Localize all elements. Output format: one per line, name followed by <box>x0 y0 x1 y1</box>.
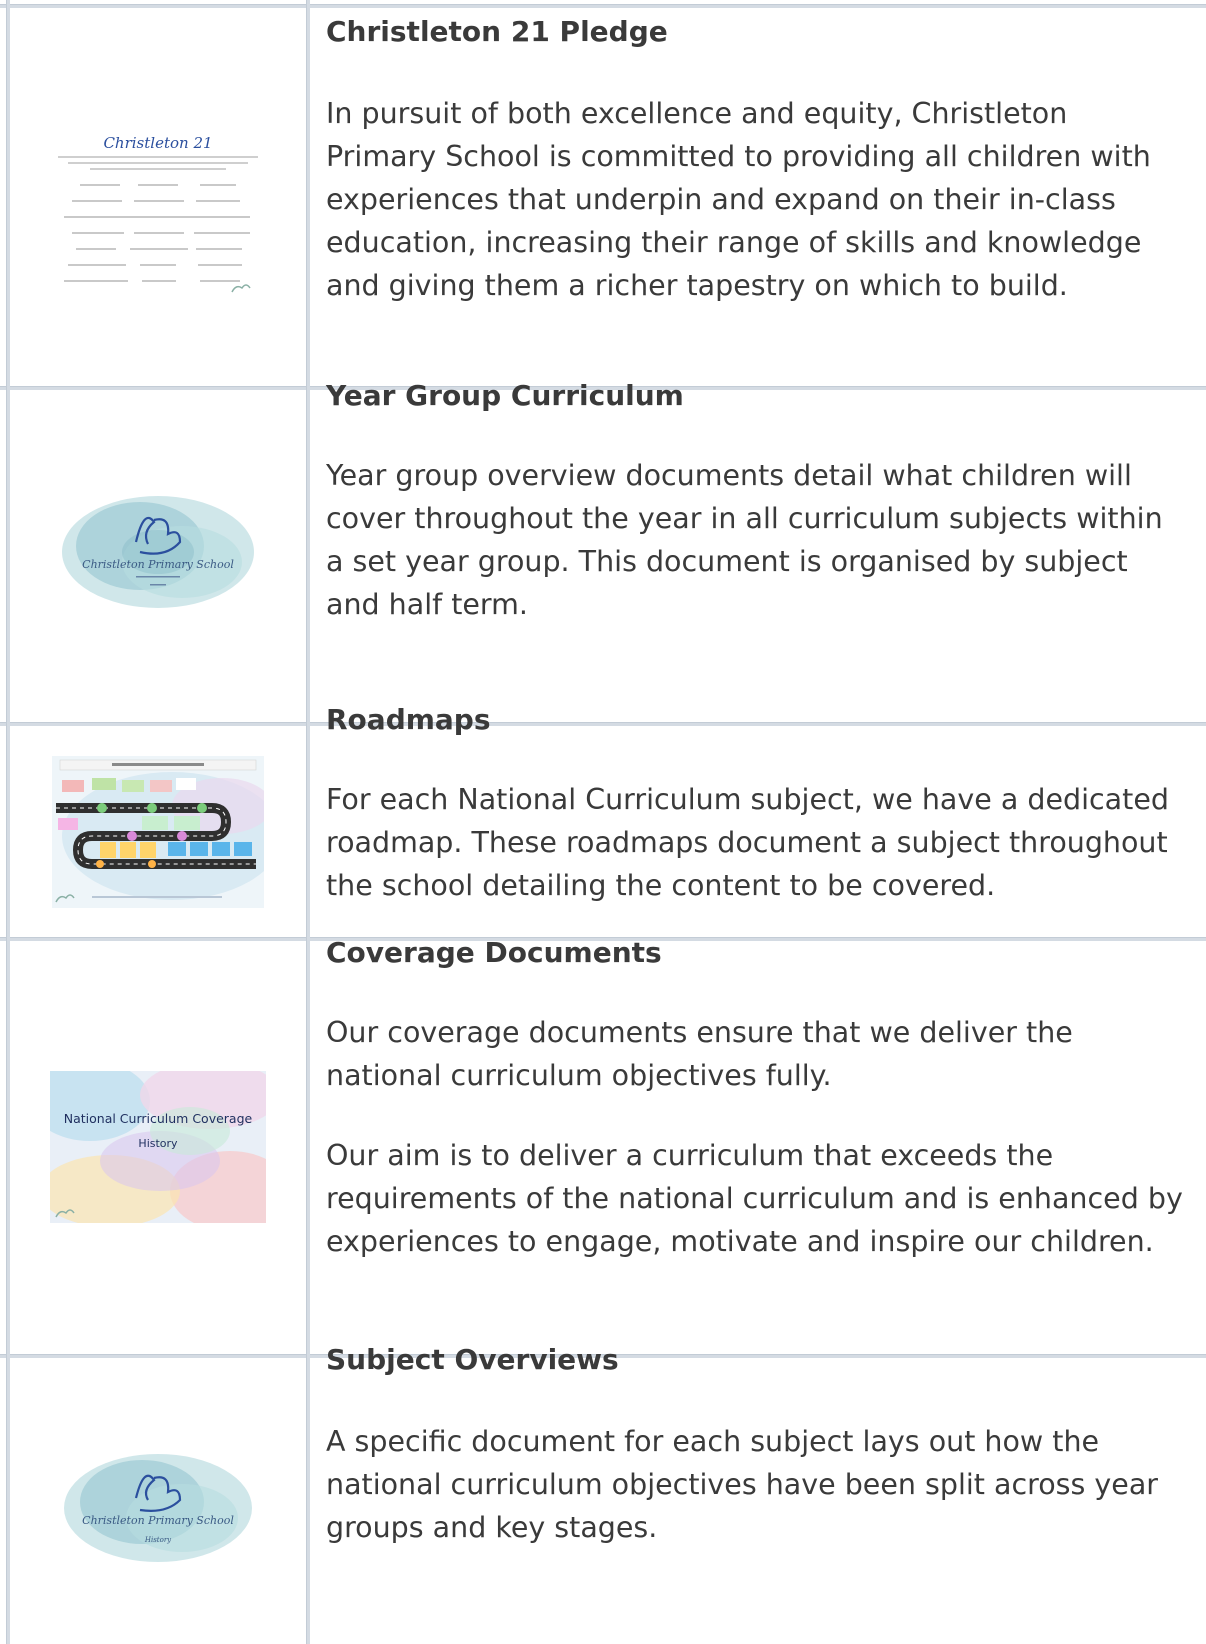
section-text: Our coverage documents ensure that we de… <box>326 1016 1073 1092</box>
section-text: Our aim is to deliver a curriculum that … <box>326 1139 1183 1258</box>
section-text: For each National Curriculum subject, we… <box>326 783 1169 902</box>
christleton-21-thumbnail[interactable]: Christleton 21 <box>50 118 266 298</box>
coverage-thumbnail[interactable]: National Curriculum Coverage History <box>50 1071 266 1223</box>
section-title-pledge: Christleton 21 Pledge <box>326 15 668 48</box>
year-group-document-image: Christleton Primary School <box>62 496 254 608</box>
table-row: Christleton 21 Christleton 21 Pledge In … <box>0 8 1206 386</box>
thumb-title: National Curriculum Coverage <box>64 1111 253 1126</box>
coverage-content: Coverage Documents Our coverage document… <box>326 935 1186 1263</box>
thumb-title: Christleton Primary School <box>82 558 234 571</box>
subject-overviews-thumbnail[interactable]: Christleton Primary School History <box>50 1442 266 1572</box>
table-row: National Curriculum Coverage History Cov… <box>0 936 1206 1354</box>
section-title-subject-overviews: Subject Overviews <box>326 1343 619 1376</box>
table-row: Christleton Primary School Year Group Cu… <box>0 379 1206 722</box>
subject-overview-document-image: Christleton Primary School History <box>64 1454 252 1562</box>
section-text: In pursuit of both excellence and equity… <box>326 97 1151 302</box>
section-title-coverage: Coverage Documents <box>326 936 662 969</box>
thumb-title: Christleton Primary School <box>82 1514 234 1527</box>
subject-overviews-content: Subject Overviews A specific document fo… <box>326 1342 1186 1549</box>
pledge-document-image: Christleton 21 <box>50 118 266 298</box>
thumb-subtitle: History <box>144 1536 172 1544</box>
section-title-year-group: Year Group Curriculum <box>326 379 684 412</box>
pledge-content: Christleton 21 Pledge In pursuit of both… <box>326 14 1186 307</box>
roadmaps-content: Roadmaps For each National Curriculum su… <box>326 702 1186 907</box>
year-group-thumbnail[interactable]: Christleton Primary School <box>50 480 266 620</box>
thumb-title: Christleton 21 <box>103 134 212 152</box>
section-title-roadmaps: Roadmaps <box>326 703 491 736</box>
section-text: Year group overview documents detail wha… <box>326 459 1163 621</box>
roadmaps-thumbnail[interactable] <box>52 756 264 908</box>
table-row: Roadmaps For each National Curriculum su… <box>0 703 1206 937</box>
year-group-content: Year Group Curriculum Year group overvie… <box>326 378 1186 626</box>
thumb-subtitle: History <box>138 1137 178 1150</box>
roadmap-document-image <box>52 756 264 908</box>
coverage-document-image: National Curriculum Coverage History <box>50 1071 266 1223</box>
table-row: Christleton Primary School History Subje… <box>0 1343 1206 1644</box>
section-text: A specific document for each subject lay… <box>326 1425 1159 1544</box>
